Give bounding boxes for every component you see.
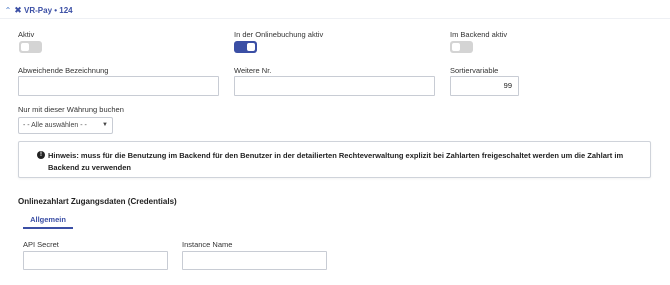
payment-method-header[interactable]: ⌃ ✖ VR-Pay • 124 — [4, 4, 73, 16]
credentials-section-title: Onlinezahlart Zugangsdaten (Credentials) — [18, 197, 177, 206]
weitere-nr-label: Weitere Nr. — [234, 66, 272, 75]
api-secret-input[interactable] — [23, 251, 168, 270]
toggle-knob — [21, 43, 29, 51]
backend-aktiv-toggle[interactable] — [450, 41, 473, 53]
hint-box: ! Hinweis: muss für die Benutzung im Bac… — [18, 141, 651, 178]
currency-select[interactable]: - - Alle auswählen - - ▼ — [18, 117, 113, 134]
bezeichnung-label: Abweichende Bezeichnung — [18, 66, 109, 75]
instance-name-input[interactable] — [182, 251, 327, 270]
tab-allgemein[interactable]: Allgemein — [23, 213, 73, 229]
currency-selected-value: - - Alle auswählen - - — [23, 122, 87, 129]
payment-method-title: VR-Pay • 124 — [24, 5, 73, 15]
online-aktiv-label: In der Onlinebuchung aktiv — [234, 30, 324, 39]
weitere-nr-input[interactable] — [234, 76, 435, 96]
api-secret-label: API Secret — [23, 240, 59, 249]
aktiv-toggle[interactable] — [19, 41, 42, 53]
toggle-knob — [452, 43, 460, 51]
chevron-up-icon[interactable]: ⌃ — [4, 6, 12, 15]
info-icon: ! — [37, 151, 45, 159]
backend-aktiv-label: Im Backend aktiv — [450, 30, 508, 39]
instance-name-label: Instance Name — [182, 240, 233, 249]
aktiv-label: Aktiv — [18, 30, 35, 39]
toggle-knob — [247, 43, 255, 51]
header-divider — [0, 18, 670, 19]
online-aktiv-toggle[interactable] — [234, 41, 257, 53]
bezeichnung-input[interactable] — [18, 76, 219, 96]
x-mark-icon: ✖ — [14, 4, 22, 15]
sortiervariable-label: Sortiervariable — [450, 66, 499, 75]
hint-text: Hinweis: muss für die Benutzung im Backe… — [48, 151, 624, 172]
sortiervariable-input[interactable]: 99 — [450, 76, 519, 96]
currency-label: Nur mit dieser Währung buchen — [18, 105, 124, 114]
caret-down-icon: ▼ — [102, 122, 108, 128]
